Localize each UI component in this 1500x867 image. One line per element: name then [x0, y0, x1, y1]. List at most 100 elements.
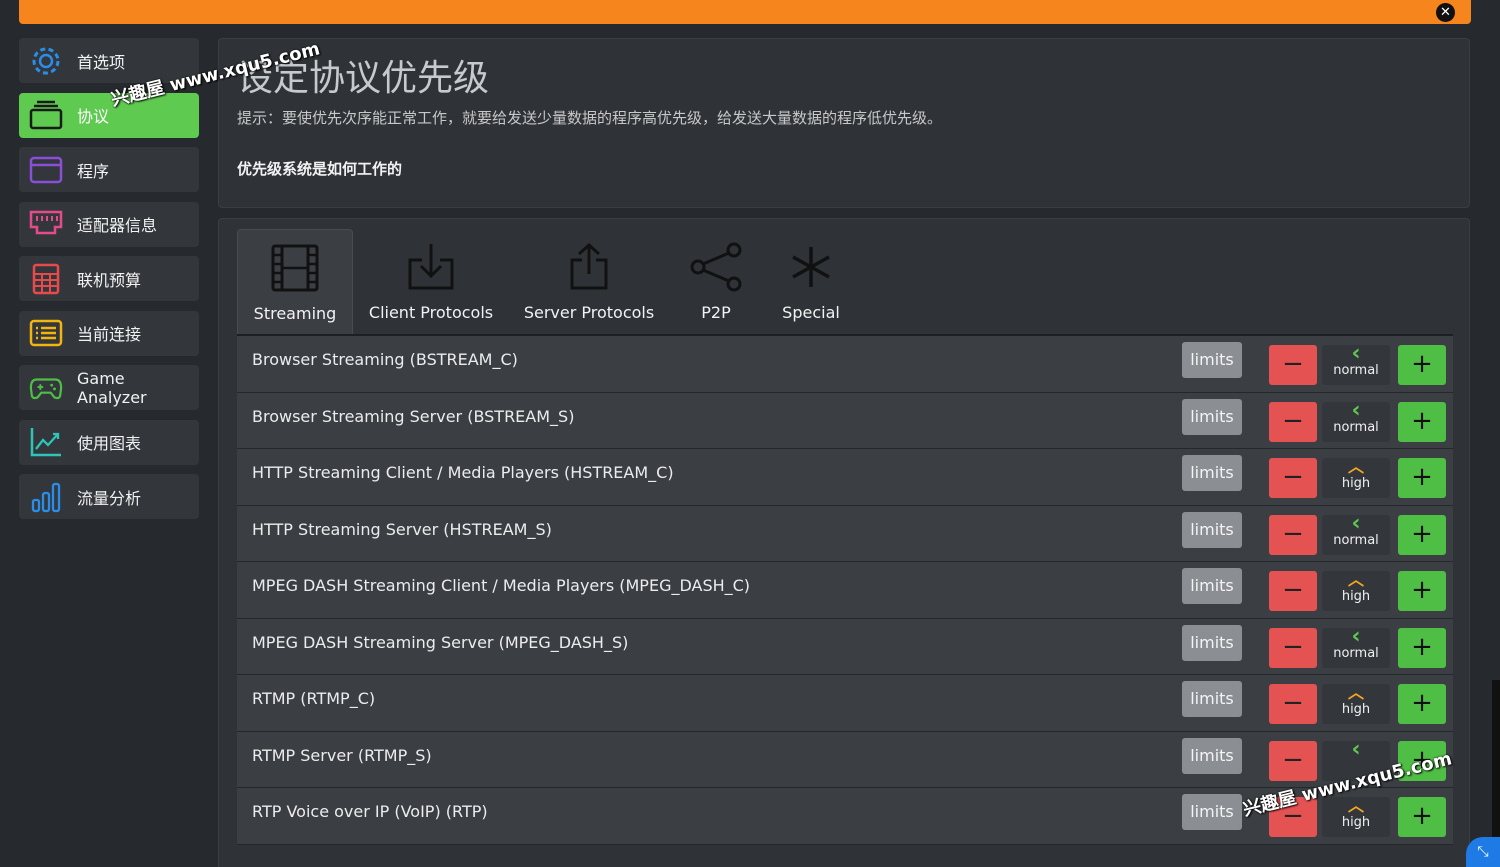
tab[interactable]: Server Protocols — [509, 229, 669, 335]
sidebar-item[interactable]: 协议 — [19, 92, 199, 138]
decrease-priority-button[interactable]: − — [1269, 514, 1317, 555]
tab[interactable]: Client Protocols — [353, 229, 509, 335]
priority-label: normal — [1333, 419, 1379, 435]
limits-button[interactable]: limits — [1182, 624, 1242, 661]
increase-priority-button[interactable]: + — [1398, 684, 1446, 724]
protocol-tabs: Streaming Client Protocols Server Protocol… — [237, 229, 859, 335]
bar-chart-icon — [29, 480, 63, 514]
protocol-name: RTMP (RTMP_C) — [252, 689, 376, 708]
sidebar-item-label: Game Analyzer — [77, 368, 147, 407]
resize-icon[interactable]: ⤡ — [1466, 837, 1500, 867]
gamepad-icon — [29, 371, 63, 405]
chevron-up-icon: ︿ — [1347, 570, 1364, 589]
sidebar-item-label: 流量分析 — [77, 488, 142, 508]
protocol-name: Browser Streaming Server (BSTREAM_S) — [252, 406, 575, 426]
priority-indicator: ︿ high — [1322, 571, 1390, 611]
film-icon — [270, 240, 320, 296]
priority-label: high — [1341, 589, 1371, 604]
decrease-priority-button[interactable]: − — [1269, 345, 1317, 385]
protocol-name: HTTP Streaming Server (HSTREAM_S) — [252, 519, 552, 539]
chevron-left-icon: ‹ — [1351, 341, 1361, 366]
sidebar-item-label: 使用图表 — [77, 434, 142, 453]
priority-indicator: ‹ normal — [1322, 512, 1390, 555]
sidebar-item[interactable]: 流量分析 — [19, 474, 199, 519]
tab-label: Streaming — [253, 304, 337, 323]
increase-priority-button[interactable]: + — [1398, 627, 1446, 668]
close-icon[interactable]: ✕ — [1436, 3, 1455, 22]
how-priority-works-link[interactable]: 优先级系统是如何工作的 — [237, 158, 402, 179]
sidebar-item[interactable]: 联机预算 — [19, 256, 199, 301]
chevron-left-icon: ‹ — [1351, 623, 1361, 649]
sidebar-item[interactable]: 当前连接 — [19, 310, 199, 356]
tab[interactable]: P2P — [669, 229, 763, 335]
priority-label: normal — [1333, 532, 1379, 548]
increase-priority-button[interactable]: + — [1398, 458, 1446, 498]
priority-indicator: ‹ normal — [1322, 399, 1390, 442]
header-panel: 设定协议优先级 提示：要使优先次序能正常工作，就要给发送少量数据的程序高优先级，… — [218, 38, 1470, 208]
protocol-name: MPEG DASH Streaming Client / Media Playe… — [252, 576, 751, 595]
protocol-list: Browser Streaming (BSTREAM_C) limits − ‹ nor… — [237, 336, 1453, 845]
priority-indicator: ‹ normal — [1322, 623, 1390, 668]
limits-button[interactable]: limits — [1182, 568, 1242, 604]
gear-icon — [29, 44, 63, 78]
tab[interactable]: Special — [763, 229, 859, 335]
priority-label: high — [1341, 815, 1371, 830]
sidebar-item[interactable]: Game Analyzer — [19, 365, 199, 410]
decrease-priority-button[interactable]: − — [1269, 401, 1317, 442]
decrease-priority-button[interactable]: − — [1269, 627, 1317, 668]
increase-priority-button[interactable]: + — [1398, 345, 1446, 385]
protocol-row: MPEG DASH Streaming Client / Media Playe… — [237, 562, 1453, 619]
protocol-row: Browser Streaming Server (BSTREAM_S) limi… — [237, 392, 1453, 449]
limits-button[interactable]: limits — [1182, 737, 1242, 774]
share-nodes-icon — [690, 239, 742, 295]
sidebar-item-label: 协议 — [77, 107, 110, 126]
share-upload-icon — [564, 239, 614, 295]
priority-indicator: ︿ high — [1322, 684, 1390, 724]
protocol-row: HTTP Streaming Server (HSTREAM_S) limits −… — [237, 505, 1453, 562]
protocol-row: RTMP (RTMP_C) limits − ︿ high + — [237, 675, 1453, 732]
line-chart-icon — [29, 425, 63, 459]
chevron-up-icon: ︿ — [1347, 457, 1364, 476]
increase-priority-button[interactable]: + — [1398, 797, 1446, 837]
protocol-name: MPEG DASH Streaming Server (MPEG_DASH_S) — [252, 632, 629, 652]
tab-label: Client Protocols — [368, 303, 494, 322]
decrease-priority-button[interactable]: − — [1269, 571, 1317, 611]
sidebar-item-label: 联机预算 — [77, 270, 142, 290]
protocol-name: RTP Voice over IP (VoIP) (RTP) — [252, 802, 488, 821]
tab-label: Server Protocols — [523, 303, 655, 322]
limits-button[interactable]: limits — [1182, 681, 1242, 717]
sidebar-item-label: 首选项 — [77, 52, 126, 72]
limits-button[interactable]: limits — [1182, 342, 1242, 378]
decrease-priority-button[interactable]: − — [1269, 684, 1317, 724]
decrease-priority-button[interactable]: − — [1269, 740, 1317, 781]
protocol-row: MPEG DASH Streaming Server (MPEG_DASH_S)… — [237, 618, 1453, 675]
protocol-name: RTMP Server (RTMP_S) — [252, 745, 432, 765]
scrollbar[interactable] — [1492, 680, 1500, 840]
priority-indicator: ‹ normal — [1322, 341, 1390, 385]
asterisk-icon — [789, 239, 833, 295]
priority-label: normal — [1333, 363, 1379, 378]
limits-button[interactable]: limits — [1182, 511, 1242, 548]
priority-indicator: ︿ high — [1322, 458, 1390, 498]
limits-button[interactable]: limits — [1182, 455, 1242, 491]
sidebar-item-label: 程序 — [77, 161, 110, 181]
sidebar-item[interactable]: 使用图表 — [19, 419, 199, 465]
sidebar-item[interactable]: 适配器信息 — [19, 201, 199, 247]
protocol-panel: Streaming Client Protocols Server Protocol… — [218, 218, 1470, 867]
chevron-left-icon: ‹ — [1351, 736, 1361, 762]
sidebar-item[interactable]: 程序 — [19, 147, 199, 192]
increase-priority-button[interactable]: + — [1398, 571, 1446, 611]
limits-button[interactable]: limits — [1182, 398, 1242, 435]
protocol-row: Browser Streaming (BSTREAM_C) limits − ‹ nor… — [237, 336, 1453, 393]
sidebar-item-label: 适配器信息 — [77, 216, 158, 235]
decrease-priority-button[interactable]: − — [1269, 458, 1317, 498]
increase-priority-button[interactable]: + — [1398, 401, 1446, 442]
tab-label: Special — [782, 303, 840, 322]
network-adapter-icon — [29, 207, 63, 241]
chevron-up-icon: ︿ — [1347, 683, 1364, 702]
priority-hint: 提示：要使优先次序能正常工作，就要给发送少量数据的程序高优先级，给发送大量数据的… — [237, 109, 943, 127]
increase-priority-button[interactable]: + — [1398, 514, 1446, 555]
download-icon — [406, 239, 456, 295]
limits-button[interactable]: limits — [1182, 794, 1242, 830]
tab[interactable]: Streaming — [237, 229, 353, 335]
